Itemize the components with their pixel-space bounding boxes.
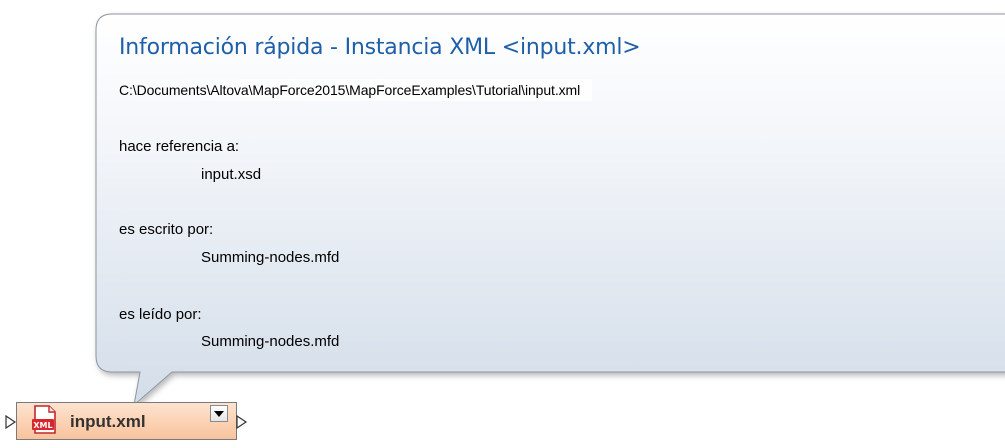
xml-badge-text: XML — [33, 421, 52, 430]
output-connector-icon[interactable] — [236, 415, 248, 429]
xml-file-icon: XML — [32, 405, 56, 434]
xml-component[interactable]: XML input.xml — [16, 402, 237, 440]
read-by-value: Summing-nodes.mfd — [201, 333, 340, 350]
references-label: hace referencia a: — [119, 138, 240, 155]
references-value: input.xsd — [201, 166, 262, 183]
file-path: C:\Documents\Altova\MapForce2015\MapForc… — [108, 79, 593, 101]
written-by-label: es escrito por: — [119, 221, 214, 238]
mapping-canvas: Información rápida - Instancia XML <inpu… — [0, 0, 1005, 448]
written-by-value: Summing-nodes.mfd — [201, 249, 340, 266]
input-connector-icon[interactable] — [5, 415, 17, 429]
tooltip-title: Información rápida - Instancia XML <inpu… — [119, 35, 641, 60]
component-menu-button[interactable] — [210, 405, 228, 422]
chevron-down-icon — [214, 411, 224, 417]
read-by-label: es leído por: — [119, 306, 202, 323]
component-title: input.xml — [70, 412, 146, 431]
